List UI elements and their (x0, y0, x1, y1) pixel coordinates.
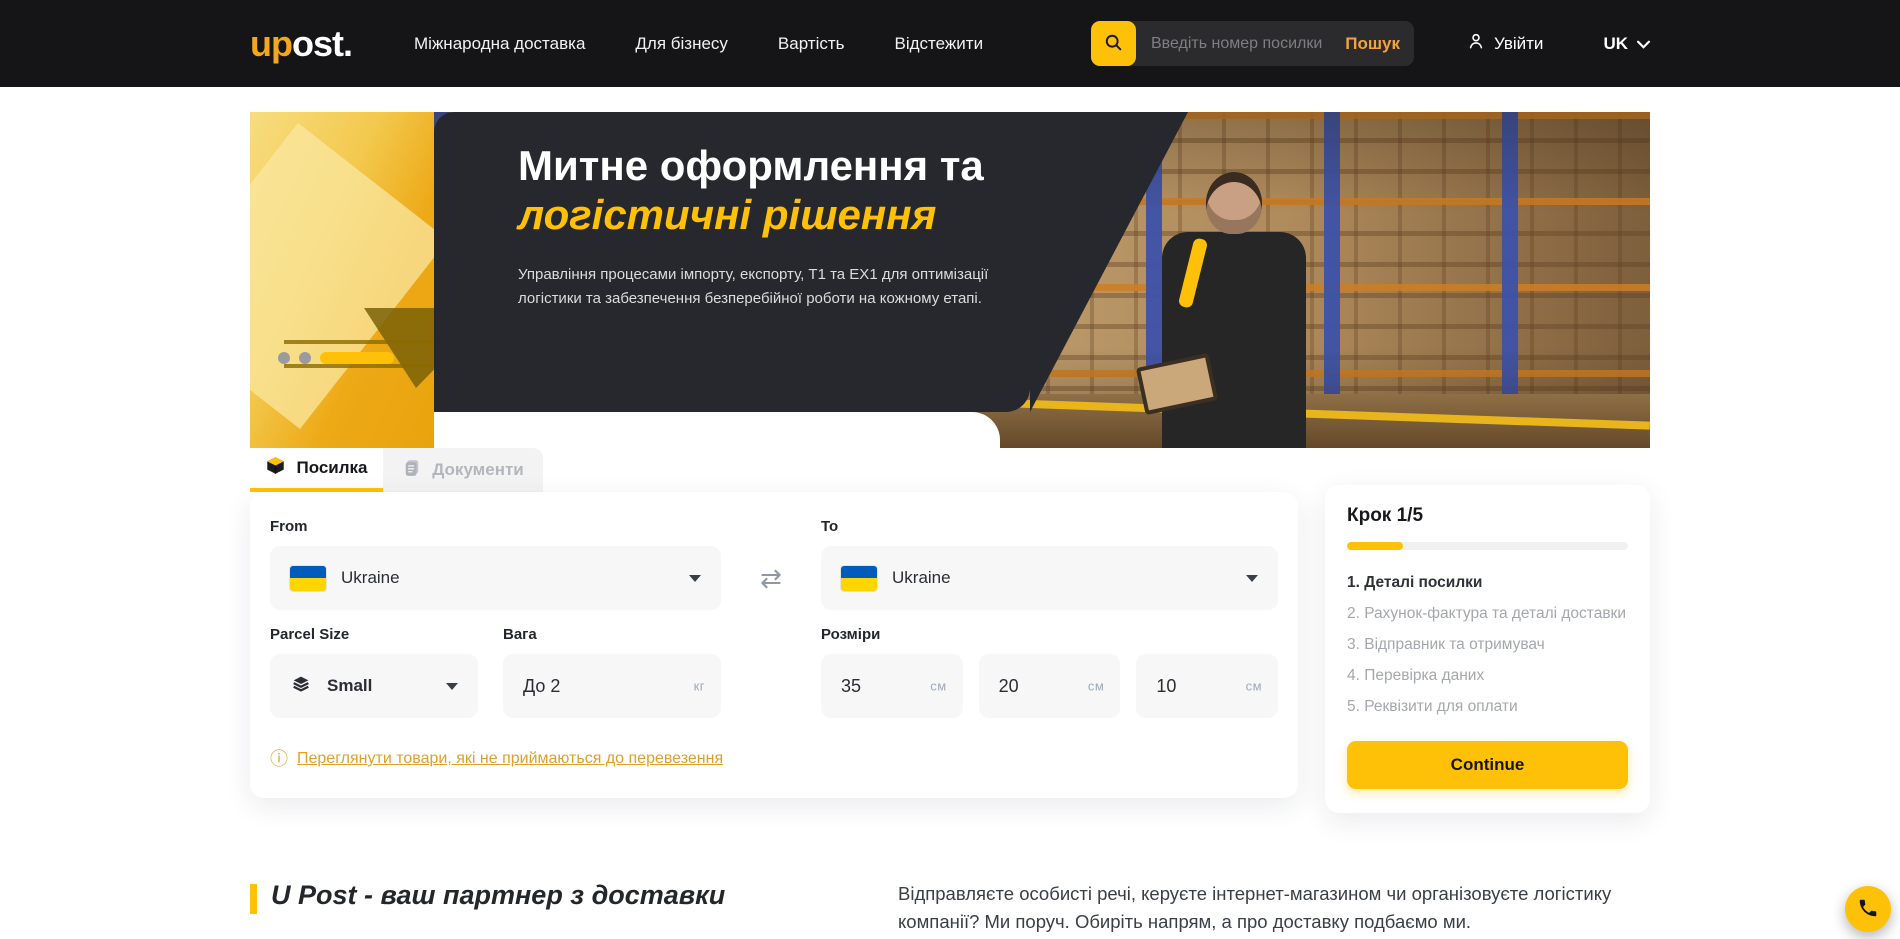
tracking-search: Пошук (1091, 21, 1414, 66)
logo-rest: ost. (292, 23, 352, 64)
step-item-4: 4. Перевірка даних (1347, 667, 1628, 685)
restricted-items-link-label: Переглянути товари, які не приймаються д… (297, 750, 723, 768)
login-label: Увійти (1494, 34, 1543, 54)
tab-parcel-label: Посилка (296, 458, 367, 478)
caret-down-icon (446, 683, 458, 690)
user-icon (1466, 31, 1486, 56)
continue-button[interactable]: Continue (1347, 741, 1628, 789)
carousel-dot-2[interactable] (299, 352, 311, 364)
hero-title-line2: логістичні рішення (518, 191, 1030, 240)
intro-description: Відправляєте особисті речі, керуєте інте… (898, 880, 1650, 936)
chevron-down-icon (1637, 34, 1650, 54)
intro-section: U Post - ваш партнер з доставки Відправл… (250, 880, 1650, 936)
step-item-1: 1. Деталі посилки (1347, 574, 1628, 592)
dimension-width-input[interactable]: 20 см (979, 654, 1121, 718)
parcel-size-select[interactable]: Small (270, 654, 478, 718)
nav-link-pricing[interactable]: Вартість (778, 34, 845, 54)
search-icon (1103, 32, 1124, 56)
login-button[interactable]: Увійти (1466, 31, 1543, 56)
progress-bar (1347, 542, 1628, 550)
language-selector[interactable]: UK (1603, 34, 1650, 54)
weight-input[interactable]: До 2 кг (503, 654, 721, 718)
caret-down-icon (689, 575, 701, 582)
ukraine-flag-icon (290, 566, 326, 591)
envelope-graphic (250, 112, 434, 448)
parcel-size-box-icon (290, 673, 312, 700)
dimension-height-input[interactable]: 10 см (1136, 654, 1278, 718)
ukraine-flag-icon (841, 566, 877, 591)
dimension-length-value: 35 (841, 676, 861, 697)
step-item-5: 5. Реквізити для оплати (1347, 698, 1628, 716)
dimension-unit: см (930, 679, 946, 694)
search-icon-button[interactable] (1091, 21, 1136, 66)
steps-list: 1. Деталі посилки 2. Рахунок-фактура та … (1347, 574, 1628, 716)
main-nav: Міжнародна доставка Для бізнесу Вартість… (414, 34, 983, 54)
tab-parcel[interactable]: Посилка (250, 448, 383, 492)
intro-heading: U Post - ваш партнер з доставки (271, 880, 725, 911)
nav-link-business[interactable]: Для бізнесу (635, 34, 728, 54)
to-country-value: Ukraine (892, 568, 951, 588)
step-item-3: 3. Відправник та отримувач (1347, 636, 1628, 654)
from-country-value: Ukraine (341, 568, 400, 588)
step-item-2: 2. Рахунок-фактура та деталі доставки (1347, 605, 1628, 623)
steps-panel: Крок 1/5 1. Деталі посилки 2. Рахунок-фа… (1325, 485, 1650, 813)
weight-value: До 2 (523, 676, 560, 697)
weight-label: Вага (503, 626, 721, 643)
info-icon: ⓘ (270, 750, 288, 768)
carousel-indicators (278, 352, 394, 364)
swap-directions-icon[interactable]: ⇄ (721, 546, 821, 610)
search-submit-button[interactable]: Пошук (1345, 21, 1400, 66)
dimension-height-value: 10 (1156, 676, 1176, 697)
caret-down-icon (1246, 575, 1258, 582)
language-label: UK (1603, 34, 1628, 54)
logo[interactable]: upost. (250, 23, 352, 65)
nav-link-international[interactable]: Міжнародна доставка (414, 34, 585, 54)
dimension-width-value: 20 (999, 676, 1019, 697)
dimension-length-input[interactable]: 35 см (821, 654, 963, 718)
progress-fill (1347, 542, 1403, 550)
weight-unit: кг (694, 679, 705, 694)
parcel-form-card: From Ukraine ⇄ To Ukraine (250, 492, 1298, 798)
carousel-dot-1[interactable] (278, 352, 290, 364)
tab-documents-label: Документи (432, 460, 524, 480)
steps-title: Крок 1/5 (1347, 505, 1628, 527)
from-label: From (270, 518, 721, 535)
to-label: To (821, 518, 1278, 535)
to-country-select[interactable]: Ukraine (821, 546, 1278, 610)
restricted-items-link[interactable]: ⓘ Переглянути товари, які не приймаються… (270, 750, 723, 768)
hero-banner: Митне оформлення та логістичні рішення У… (250, 112, 1650, 448)
parcel-size-label: Parcel Size (270, 626, 478, 643)
hero-white-notch (434, 412, 1000, 448)
heading-accent-bar (250, 884, 257, 914)
parcel-size-value: Small (327, 676, 372, 696)
from-country-select[interactable]: Ukraine (270, 546, 721, 610)
carousel-dot-active[interactable] (320, 352, 394, 364)
phone-icon (1857, 897, 1879, 922)
hero-description: Управління процесами імпорту, експорту, … (518, 263, 1034, 310)
dimensions-label: Розміри (821, 626, 1278, 643)
dimension-unit: см (1088, 679, 1104, 694)
dimension-unit: см (1246, 679, 1262, 694)
top-navbar: upost. Міжнародна доставка Для бізнесу В… (0, 0, 1900, 87)
document-icon (402, 458, 422, 483)
logo-accent: up (250, 23, 292, 64)
tab-documents[interactable]: Документи (383, 448, 543, 492)
contact-phone-fab[interactable] (1845, 886, 1891, 932)
hero-text-panel: Митне оформлення та логістичні рішення У… (434, 112, 1030, 412)
parcel-box-icon (265, 455, 286, 481)
nav-link-track[interactable]: Відстежити (895, 34, 984, 54)
hero-title-line1: Митне оформлення та (518, 142, 1030, 191)
